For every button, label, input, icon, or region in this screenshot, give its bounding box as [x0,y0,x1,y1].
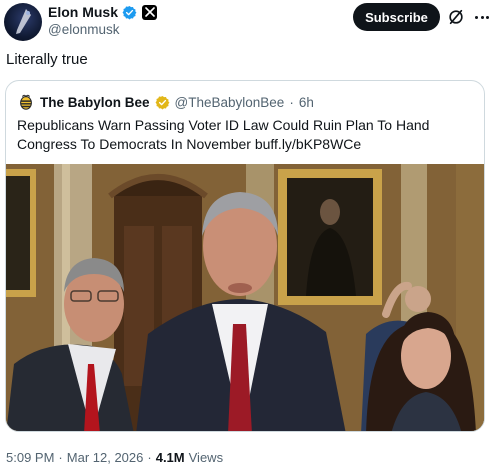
author-name[interactable]: Elon Musk [48,4,118,20]
separator-dot: · [289,94,294,110]
quoted-author-handle[interactable]: @TheBabylonBee [175,95,285,110]
post-meta: 5:09 PM · Mar 12, 2026 · 4.1M Views [6,450,223,465]
grok-icon[interactable] [447,8,465,26]
avatar[interactable] [4,3,42,41]
quoted-author-name[interactable]: The Babylon Bee [40,95,150,110]
bee-logo-icon [20,94,32,110]
gold-verified-icon [155,95,169,109]
quoted-post-header: The Babylon Bee @TheBabylonBee · 6h [17,93,314,111]
more-icon[interactable] [472,8,492,26]
views-count: 4.1M [155,450,185,465]
post-date[interactable]: Mar 12, 2026 [67,450,144,465]
quoted-post[interactable]: The Babylon Bee @TheBabylonBee · 6h Repu… [5,80,485,432]
post-time[interactable]: 5:09 PM [6,450,54,465]
subscribe-button[interactable]: Subscribe [353,3,440,31]
views-label: Views [188,450,224,465]
name-row: Elon Musk [48,4,158,20]
author-handle[interactable]: @elonmusk [48,22,119,37]
post-text: Literally true [6,51,88,68]
quoted-post-text: Republicans Warn Passing Voter ID Law Co… [17,117,430,152]
verified-icon [122,5,137,19]
quoted-post-media[interactable] [6,164,484,431]
x-logo-icon [142,4,158,20]
separator-dot: · [58,450,63,465]
separator-dot: · [147,450,152,465]
post-header: Elon Musk @elonmusk Subscribe [4,2,496,42]
quoted-post-time[interactable]: 6h [299,95,314,110]
